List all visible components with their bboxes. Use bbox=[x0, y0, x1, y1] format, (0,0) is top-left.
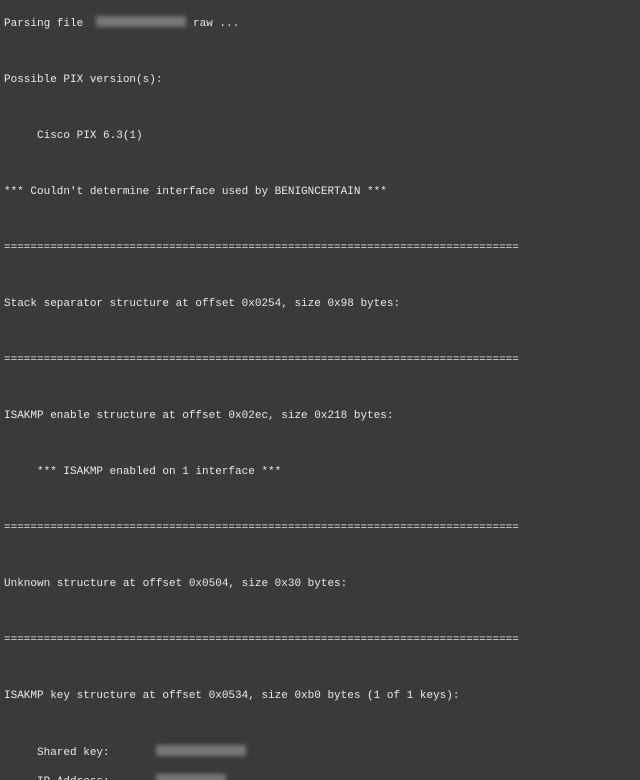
isakmp-enable-header: ISAKMP enable structure at offset 0x02ec… bbox=[4, 409, 636, 423]
pix-version: Cisco PIX 6.3(1) bbox=[4, 129, 636, 143]
redacted-shared-key bbox=[156, 745, 246, 756]
unknown1-header: Unknown structure at offset 0x0504, size… bbox=[4, 577, 636, 591]
parsing-prefix: Parsing file bbox=[4, 18, 96, 30]
divider: ========================================… bbox=[4, 633, 636, 647]
interface-warning: *** Couldn't determine interface used by… bbox=[4, 185, 636, 199]
ip-address-label: IP Address: bbox=[4, 776, 156, 780]
redacted-filename bbox=[96, 16, 186, 27]
redacted-ip bbox=[156, 774, 226, 780]
parsing-suffix: raw ... bbox=[186, 18, 239, 30]
possible-versions-label: Possible PIX version(s): bbox=[4, 73, 636, 87]
stack-separator-header: Stack separator structure at offset 0x02… bbox=[4, 297, 636, 311]
terminal-output: Parsing file raw ... Possible PIX versio… bbox=[0, 0, 640, 780]
divider: ========================================… bbox=[4, 353, 636, 367]
isakmp-enable-note: *** ISAKMP enabled on 1 interface *** bbox=[4, 465, 636, 479]
isakmp-key-header: ISAKMP key structure at offset 0x0534, s… bbox=[4, 689, 636, 703]
shared-key-label: Shared key: bbox=[4, 747, 156, 759]
divider: ========================================… bbox=[4, 241, 636, 255]
divider: ========================================… bbox=[4, 521, 636, 535]
